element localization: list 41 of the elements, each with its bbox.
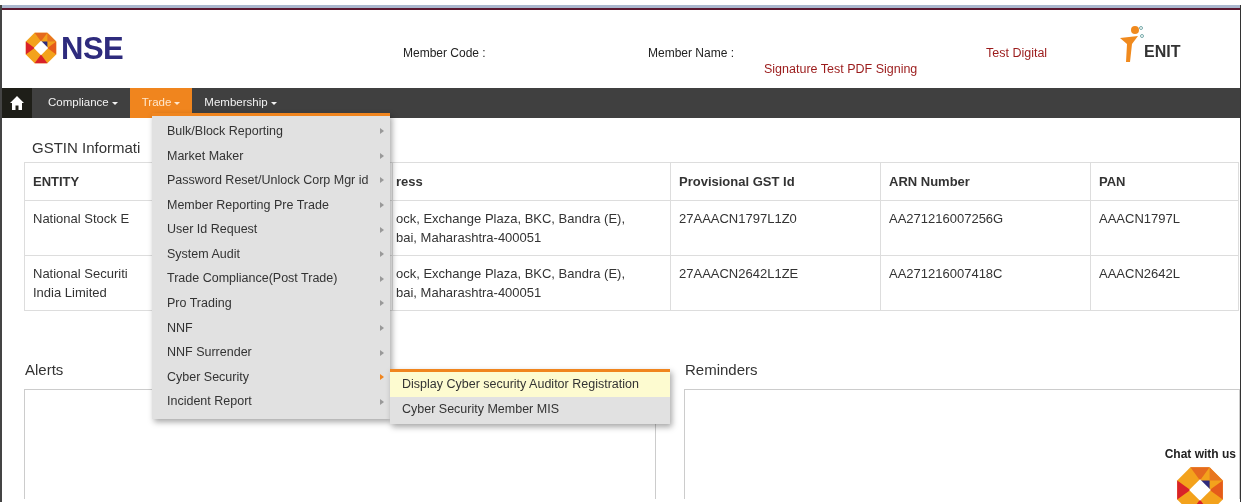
- menu-item[interactable]: Cyber Security: [152, 364, 390, 390]
- panel-title: Alerts: [24, 360, 64, 380]
- nav-menu-link[interactable]: Membership: [192, 88, 289, 118]
- caret-icon: [270, 101, 277, 105]
- logo-text: NSE: [61, 32, 124, 64]
- member-code-label: Member Code :: [402, 45, 487, 62]
- column-header: ARN Number: [880, 162, 1091, 201]
- table-cell: AAACN1797L: [1090, 200, 1239, 256]
- menu-item[interactable]: Incident Report: [152, 389, 390, 415]
- home-icon: [9, 95, 25, 111]
- caret-icon: [111, 101, 118, 105]
- table-cell: 27AAACN2642L1ZE: [670, 255, 881, 311]
- menu-item[interactable]: User Id Request: [152, 217, 390, 242]
- column-header: ress: [392, 162, 671, 201]
- menu-item[interactable]: Trade Compliance(Post Trade): [152, 266, 390, 292]
- table-cell: ock, Exchange Plaza, BKC, Bandra (E), bai, Maharashtra-400051: [392, 255, 671, 311]
- menu-item[interactable]: Password Reset/Unlock Corp Mgr id: [152, 168, 390, 193]
- menu-item[interactable]: Bulk/Block Reporting: [152, 119, 390, 144]
- member-name-value: Test Digital: [986, 45, 1049, 62]
- submenu-item[interactable]: Cyber Security Member MIS: [390, 397, 670, 422]
- table-cell: AA271216007256G: [880, 200, 1091, 256]
- nav-menu-link[interactable]: Compliance: [36, 88, 130, 118]
- column-header: Provisional GST Id: [670, 162, 881, 201]
- caret-icon: [174, 101, 181, 105]
- logo-icon: [25, 32, 57, 64]
- menu-item[interactable]: NNF: [152, 315, 390, 341]
- member-name-value: Signature Test PDF Signing: [764, 61, 919, 78]
- menu-item[interactable]: NNF Surrender: [152, 340, 390, 365]
- chat-label[interactable]: Chat with us: [1164, 445, 1236, 463]
- table-cell: 27AAACN1797L1Z0: [670, 200, 881, 256]
- section-title: GSTIN Informati: [32, 138, 141, 158]
- table-cell: AAACN2642L: [1090, 255, 1239, 311]
- chat-button[interactable]: [1176, 466, 1225, 504]
- home-button[interactable]: [2, 88, 32, 118]
- table-cell: AA271216007418C: [880, 255, 1091, 311]
- column-header: PAN: [1090, 162, 1239, 201]
- partner-logo: ENIT: [1118, 24, 1181, 64]
- submenu-item[interactable]: Display Cyber security Auditor Registration: [390, 372, 670, 397]
- panel-title: Reminders: [684, 360, 758, 380]
- member-name-label: Member Name :: [648, 45, 736, 62]
- table-cell: ock, Exchange Plaza, BKC, Bandra (E), bai, Maharashtra-400051: [392, 200, 671, 256]
